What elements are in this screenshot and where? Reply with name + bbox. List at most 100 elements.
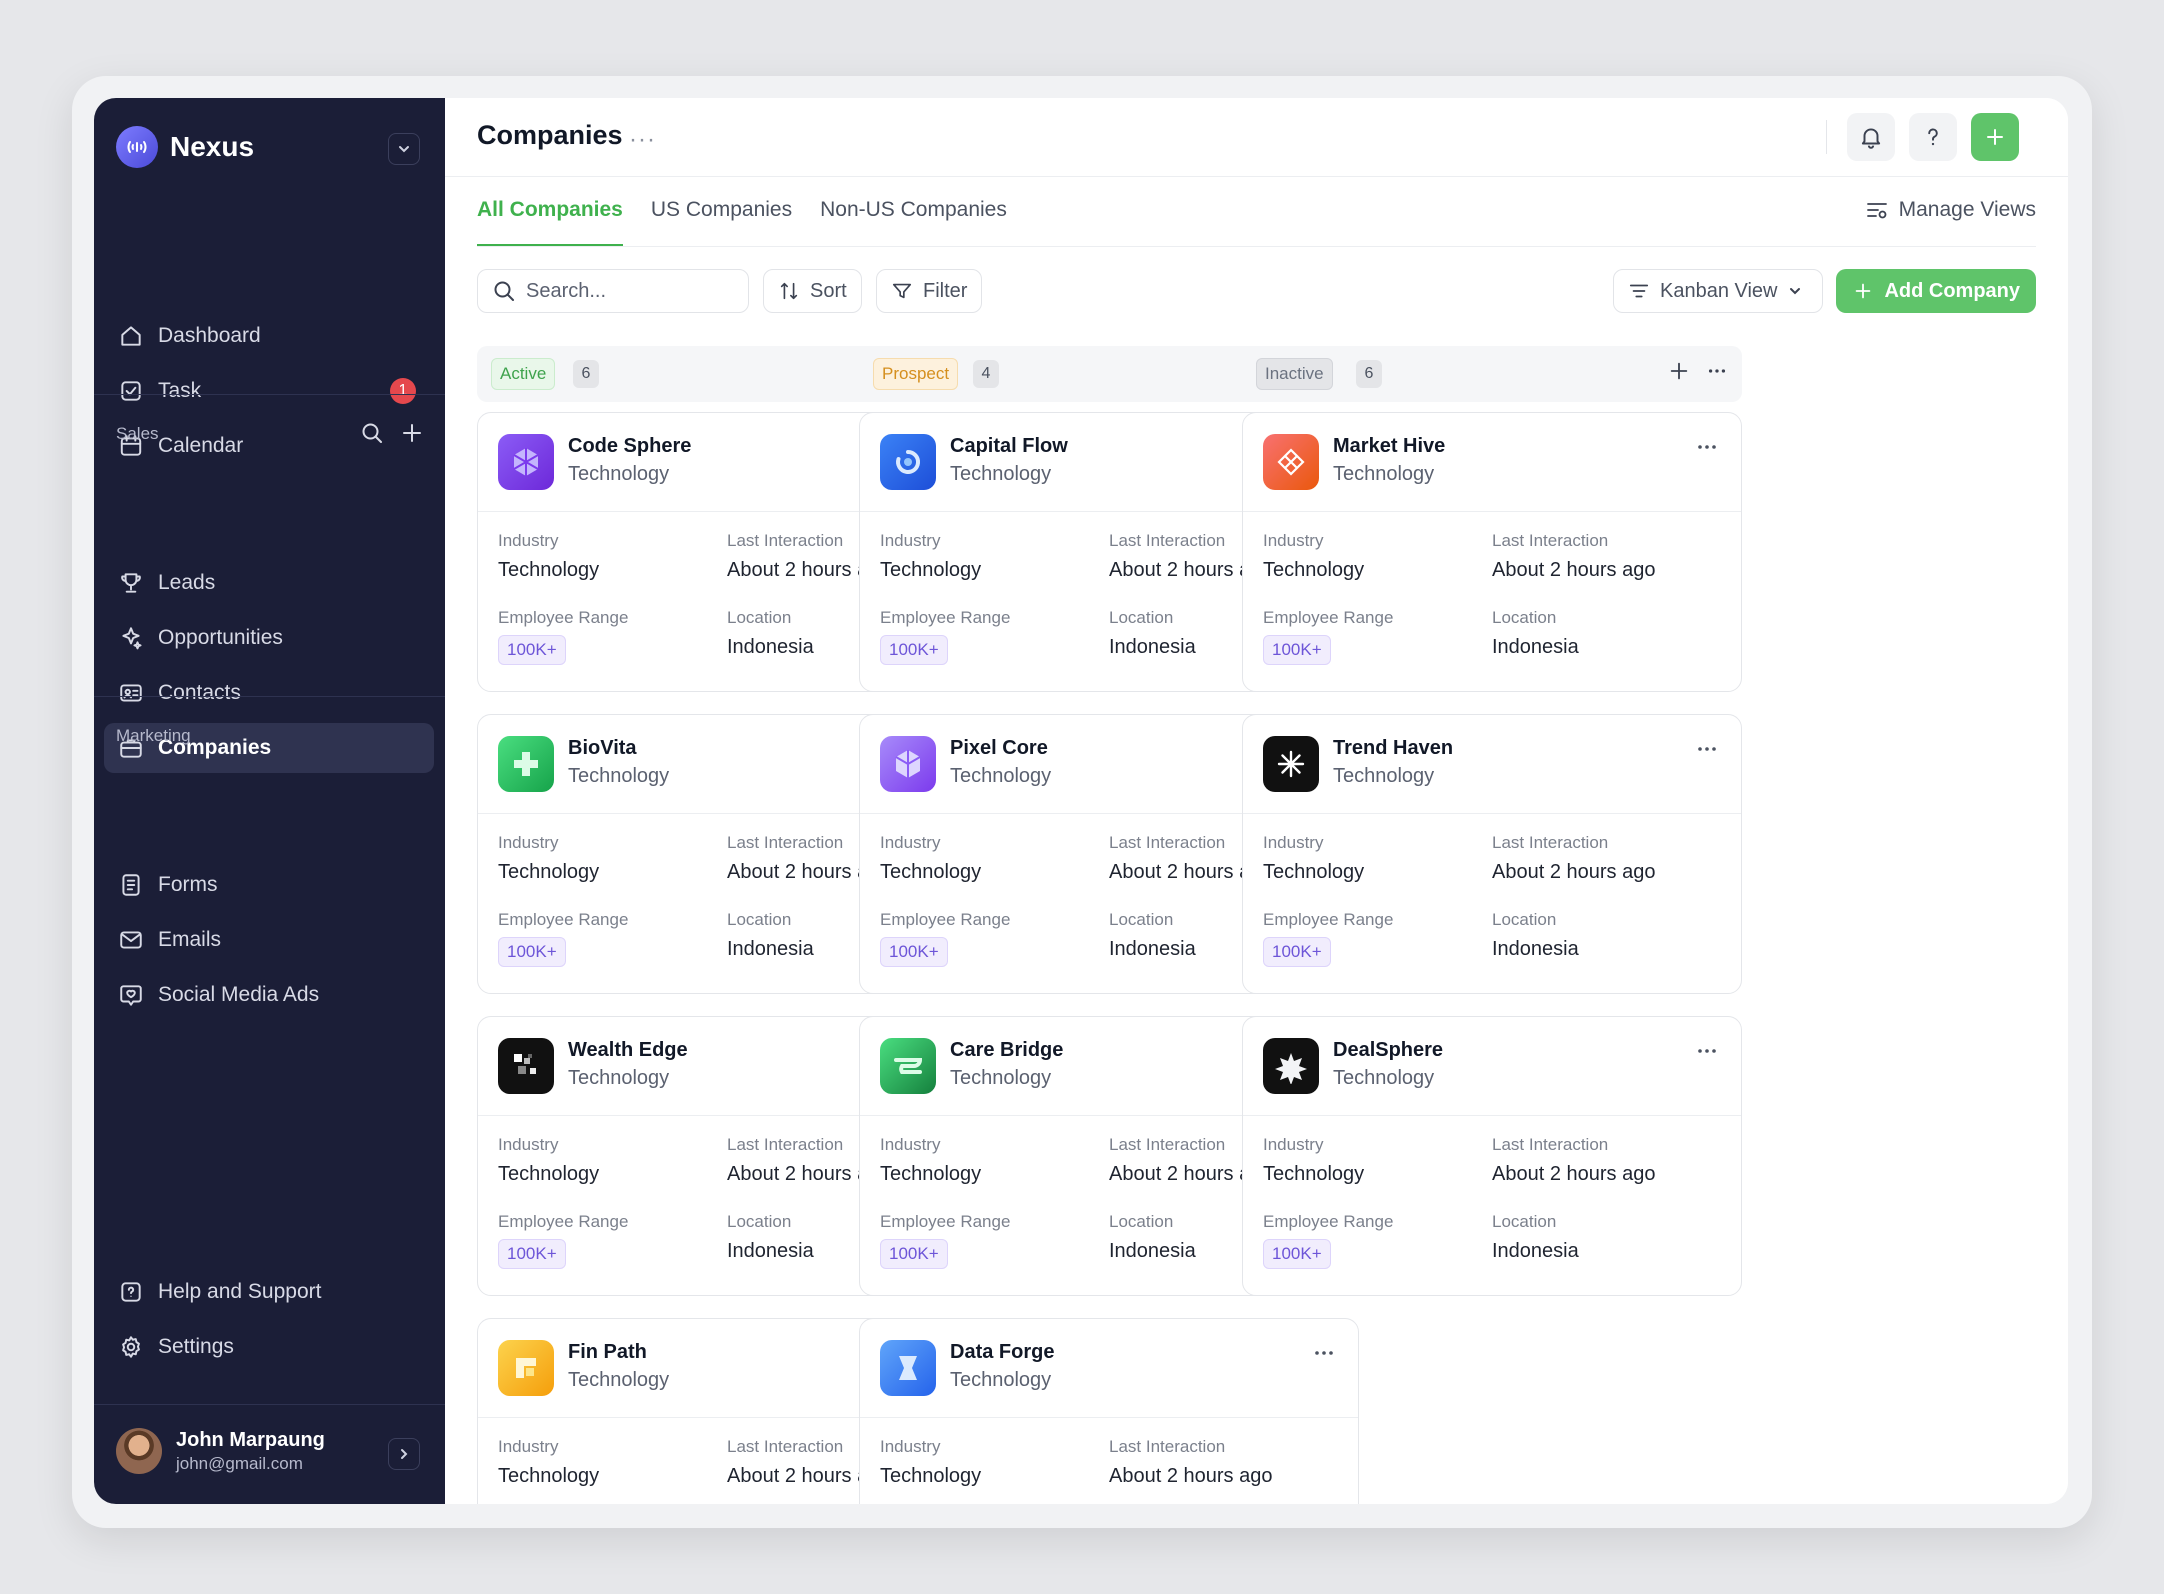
company-name: Data Forge [950,1341,1055,1363]
topbar-separator [1826,120,1827,154]
employee-range-badge: 100K+ [880,635,948,665]
biovita-logo-icon [498,736,554,792]
location-value: Indonesia [1492,636,1579,658]
search-icon[interactable] [360,421,384,445]
employee-range-label: Employee Range [498,1212,629,1231]
form-icon [122,874,140,896]
page-more-button[interactable]: ··· [629,126,656,154]
manage-views-label: Manage Views [1898,198,2036,221]
filter-button[interactable]: Filter [876,269,983,313]
company-card[interactable]: Data Forge Technology Industry Technolog… [859,1318,1359,1504]
kanban-column-inactive: Inactive 6 Market Hive Technology Indust… [1242,346,1742,1296]
location-value: Indonesia [1492,938,1579,960]
create-button[interactable] [1971,113,2019,161]
last-interaction-value: About 2 hours ago [1492,1163,1656,1185]
search-placeholder: Search... [526,279,607,302]
company-category: Technology [1333,463,1435,485]
gear-icon [122,1336,140,1358]
brand[interactable]: Nexus [116,126,254,168]
last-interaction-label: Last Interaction [1109,833,1226,852]
sidebar-item-emails[interactable]: Emails [104,915,434,965]
company-card[interactable]: Trend Haven Technology Industry Technolo… [1242,714,1742,994]
plus-icon[interactable] [400,421,424,445]
industry-value: Technology [1263,861,1365,883]
company-card[interactable]: Market Hive Technology Industry Technolo… [1242,412,1742,692]
company-category: Technology [568,1067,670,1089]
chevron-down-icon [1789,288,1800,295]
column-count: 6 [573,360,599,388]
notifications-button[interactable] [1847,113,1895,161]
brand-name: Nexus [170,131,255,162]
search-input[interactable]: Search... [477,269,749,313]
employee-range-label: Employee Range [1263,1212,1394,1231]
add-company-button[interactable]: Add Company [1836,269,2036,313]
task-icon [121,381,141,401]
employee-range-badge: 100K+ [1263,1239,1331,1269]
industry-value: Technology [1263,559,1365,581]
employee-range-label: Employee Range [1263,608,1394,627]
more-horizontal-icon[interactable] [1706,360,1728,382]
workspace-dropdown-button[interactable] [388,133,420,165]
sidebar-item-settings[interactable]: Settings [104,1322,434,1372]
more-horizontal-icon[interactable] [1695,737,1719,761]
manage-views-button[interactable]: Manage Views [1865,198,2036,222]
sidebar-item-dashboard[interactable]: Dashboard [104,311,434,361]
tab-us-companies[interactable]: US Companies [651,198,792,247]
user-menu-button[interactable] [388,1438,420,1470]
status-chip: Prospect [873,358,959,390]
card-header: Data Forge Technology [860,1319,1358,1418]
code-sphere-logo-icon [498,434,554,490]
card-header: DealSphere Technology [1243,1017,1741,1116]
last-interaction-label: Last Interaction [1492,1135,1609,1154]
employee-range-label: Employee Range [1263,910,1394,929]
sidebar-item-contacts[interactable]: Contacts [104,668,434,718]
avatar [116,1428,162,1474]
last-interaction-label: Last Interaction [727,531,844,550]
industry-label: Industry [880,531,941,550]
sidebar-item-label: Emails [158,928,222,951]
sliders-icon [1866,203,1887,219]
company-name: BioVita [568,737,637,759]
sidebar-item-leads[interactable]: Leads [104,558,434,608]
plus-icon[interactable] [1668,360,1690,382]
more-horizontal-icon[interactable] [1695,435,1719,459]
sidebar-divider [94,1404,445,1405]
view-select[interactable]: Kanban View [1613,269,1823,313]
plus-icon [1987,129,2003,145]
employee-range-badge: 100K+ [1263,937,1331,967]
last-interaction-label: Last Interaction [727,833,844,852]
sort-button[interactable]: Sort [763,269,862,313]
app-window: Nexus Dashboard Task 1 Calendar Sales Leads… [94,98,2068,1504]
tab-all-companies[interactable]: All Companies [477,198,623,247]
location-label: Location [1492,1212,1557,1231]
help-button[interactable] [1909,113,1957,161]
last-interaction-value: About 2 hours ago [1109,1465,1273,1487]
sidebar-item-help[interactable]: Help and Support [104,1267,434,1317]
more-horizontal-icon[interactable] [1695,1039,1719,1063]
nexus-logo-icon [116,126,158,168]
more-horizontal-icon[interactable] [1312,1341,1336,1365]
user-profile[interactable]: John Marpaung john@gmail.com [116,1428,325,1474]
user-email: john@gmail.com [176,1453,303,1473]
company-category: Technology [568,1369,670,1391]
sidebar-item-social[interactable]: Social Media Ads [104,970,434,1020]
sidebar-item-forms[interactable]: Forms [104,860,434,910]
sidebar-item-task[interactable]: Task 1 [104,366,434,416]
add-company-label: Add Company [1884,279,2020,302]
sidebar-item-opportunities[interactable]: Opportunities [104,613,434,663]
sidebar-divider [94,696,445,697]
search-icon [494,281,514,301]
last-interaction-value: About 2 hours ago [1492,861,1656,883]
sort-icon [780,282,798,300]
industry-label: Industry [1263,531,1324,550]
employee-range-label: Employee Range [498,608,629,627]
sidebar-item-label: Help and Support [158,1280,322,1303]
tab-non-us-companies[interactable]: Non-US Companies [820,198,1007,247]
industry-value: Technology [498,1465,600,1487]
company-category: Technology [950,463,1052,485]
list-filter-icon [1629,284,1649,298]
sidebar-item-label: Dashboard [158,324,261,347]
last-interaction-label: Last Interaction [1492,833,1609,852]
company-card[interactable]: DealSphere Technology Industry Technolog… [1242,1016,1742,1296]
company-name: Trend Haven [1333,737,1454,759]
